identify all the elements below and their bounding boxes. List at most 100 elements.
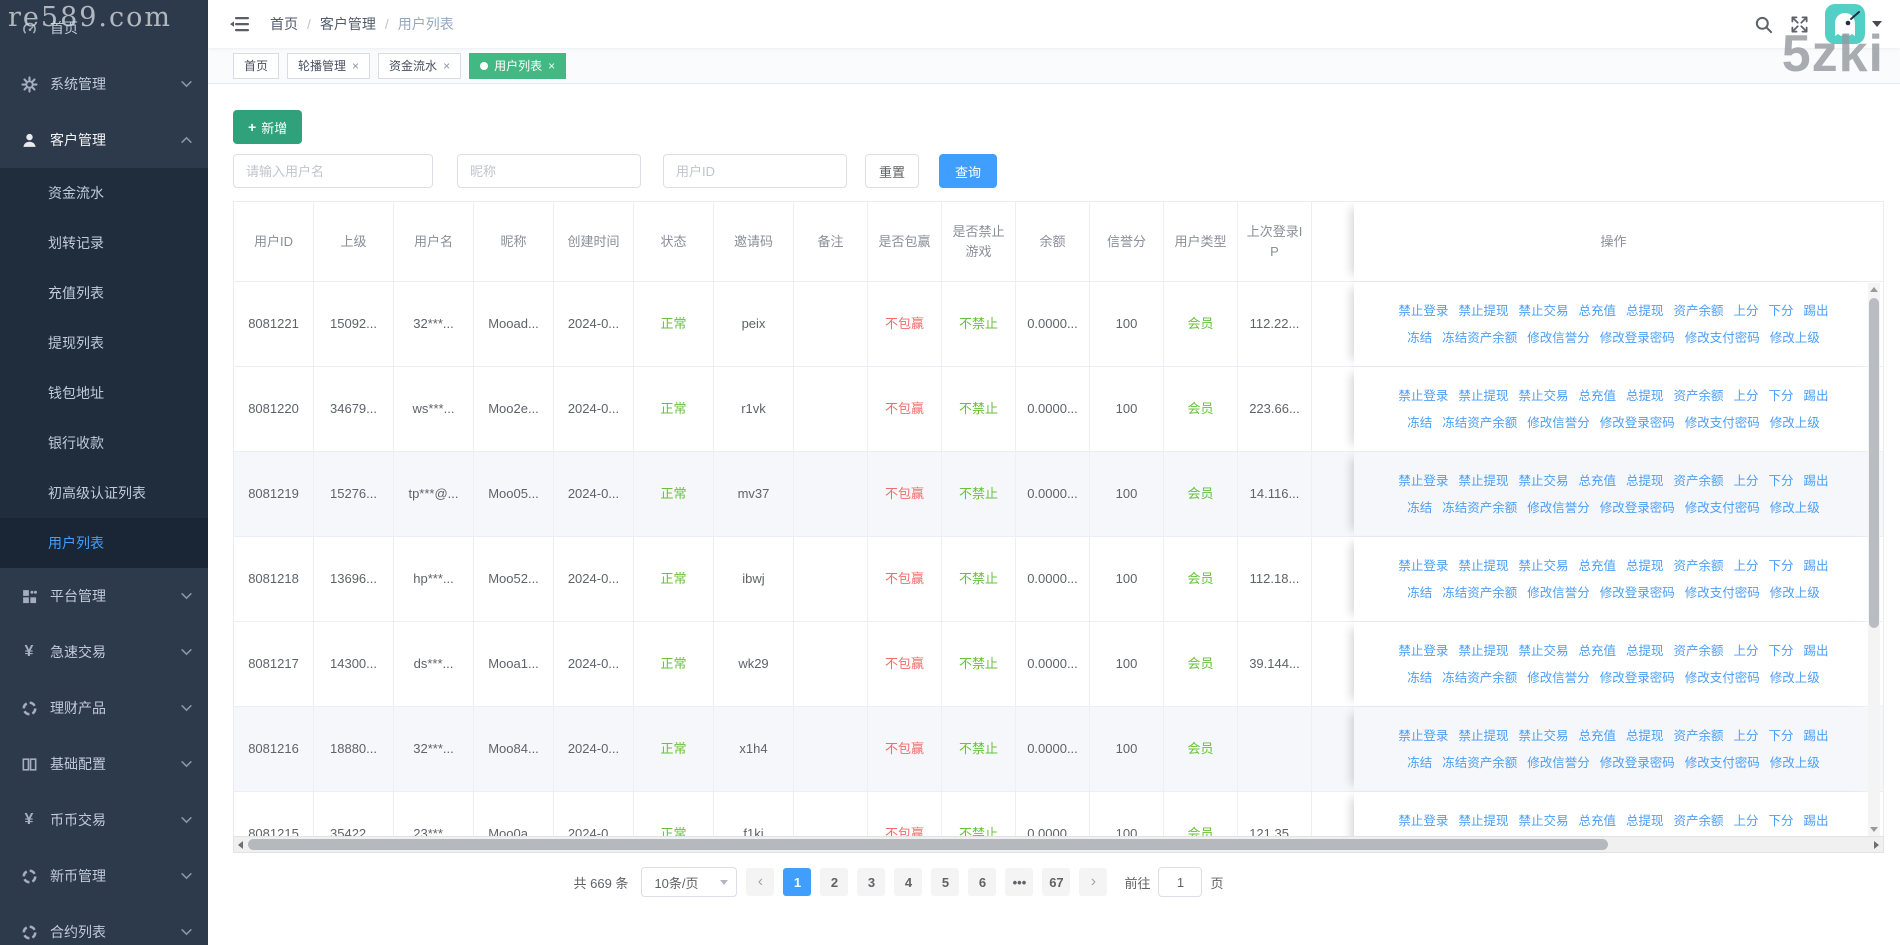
action-link-踢出[interactable]: 踢出 [1804, 808, 1829, 834]
action-link-上分[interactable]: 上分 [1734, 468, 1759, 494]
user-menu[interactable] [1825, 4, 1882, 44]
action-link-下分[interactable]: 下分 [1769, 638, 1794, 664]
page-button-5[interactable]: 5 [931, 868, 960, 896]
action-link-修改登录密码[interactable]: 修改登录密码 [1600, 580, 1675, 606]
breadcrumb-item-首页[interactable]: 首页 [270, 14, 298, 34]
action-link-资产余额[interactable]: 资产余额 [1674, 808, 1724, 834]
action-link-修改支付密码[interactable]: 修改支付密码 [1685, 580, 1760, 606]
action-link-冻结资产余额[interactable]: 冻结资产余额 [1442, 325, 1517, 351]
action-link-踢出[interactable]: 踢出 [1804, 298, 1829, 324]
action-link-禁止提现[interactable]: 禁止提现 [1458, 468, 1508, 494]
action-link-冻结资产余额[interactable]: 冻结资产余额 [1442, 410, 1517, 436]
action-link-下分[interactable]: 下分 [1769, 468, 1794, 494]
action-link-踢出[interactable]: 踢出 [1804, 553, 1829, 579]
sidebar-item-理财产品[interactable]: 理财产品 [0, 680, 208, 736]
action-link-下分[interactable]: 下分 [1769, 808, 1794, 834]
reset-button[interactable]: 重置 [865, 154, 920, 188]
action-link-禁止提现[interactable]: 禁止提现 [1458, 723, 1508, 749]
next-page-button[interactable]: › [1079, 868, 1108, 896]
action-link-冻结[interactable]: 冻结 [1407, 325, 1432, 351]
action-link-禁止登录[interactable]: 禁止登录 [1398, 723, 1448, 749]
action-link-资产余额[interactable]: 资产余额 [1674, 468, 1724, 494]
action-link-修改登录密码[interactable]: 修改登录密码 [1600, 835, 1675, 837]
action-link-总充值[interactable]: 总充值 [1578, 723, 1616, 749]
sidebar-collapse-icon[interactable] [230, 14, 252, 34]
action-link-禁止交易[interactable]: 禁止交易 [1518, 468, 1568, 494]
action-link-禁止交易[interactable]: 禁止交易 [1518, 383, 1568, 409]
action-link-修改信誉分[interactable]: 修改信誉分 [1527, 410, 1590, 436]
action-link-下分[interactable]: 下分 [1769, 553, 1794, 579]
sidebar-subitem-初高级认证列表[interactable]: 初高级认证列表 [0, 468, 208, 518]
sidebar-subitem-资金流水[interactable]: 资金流水 [0, 168, 208, 218]
action-link-禁止交易[interactable]: 禁止交易 [1518, 553, 1568, 579]
close-icon[interactable]: × [548, 60, 555, 72]
action-link-资产余额[interactable]: 资产余额 [1674, 723, 1724, 749]
action-link-冻结资产余额[interactable]: 冻结资产余额 [1442, 835, 1517, 837]
sidebar-subitem-充值列表[interactable]: 充值列表 [0, 268, 208, 318]
breadcrumb-item-客户管理[interactable]: 客户管理 [320, 14, 376, 34]
action-link-禁止登录[interactable]: 禁止登录 [1398, 468, 1448, 494]
action-link-冻结[interactable]: 冻结 [1407, 495, 1432, 521]
action-link-修改支付密码[interactable]: 修改支付密码 [1685, 410, 1760, 436]
close-icon[interactable]: × [352, 60, 359, 72]
action-link-修改上级[interactable]: 修改上级 [1770, 665, 1820, 691]
action-link-禁止交易[interactable]: 禁止交易 [1518, 298, 1568, 324]
query-button[interactable]: 查询 [939, 154, 998, 188]
action-link-总提现[interactable]: 总提现 [1626, 638, 1664, 664]
action-link-下分[interactable]: 下分 [1769, 723, 1794, 749]
action-link-下分[interactable]: 下分 [1769, 298, 1794, 324]
action-link-修改支付密码[interactable]: 修改支付密码 [1685, 835, 1760, 837]
tab-资金流水[interactable]: 资金流水 × [378, 52, 462, 79]
action-link-总充值[interactable]: 总充值 [1578, 468, 1616, 494]
action-link-上分[interactable]: 上分 [1734, 808, 1759, 834]
action-link-冻结资产余额[interactable]: 冻结资产余额 [1442, 495, 1517, 521]
action-link-修改上级[interactable]: 修改上级 [1770, 495, 1820, 521]
action-link-修改登录密码[interactable]: 修改登录密码 [1600, 665, 1675, 691]
action-link-总提现[interactable]: 总提现 [1626, 468, 1664, 494]
sidebar-item-首页[interactable]: 首页 [0, 0, 208, 56]
action-link-冻结[interactable]: 冻结 [1407, 835, 1432, 837]
action-link-踢出[interactable]: 踢出 [1804, 723, 1829, 749]
action-link-修改信誉分[interactable]: 修改信誉分 [1527, 835, 1590, 837]
close-icon[interactable]: × [443, 60, 450, 72]
action-link-总充值[interactable]: 总充值 [1578, 298, 1616, 324]
add-user-button[interactable]: + 新增 [233, 110, 303, 144]
scroll-right-arrow-icon[interactable] [1874, 840, 1879, 849]
sidebar-item-基础配置[interactable]: 基础配置 [0, 736, 208, 792]
page-button-3[interactable]: 3 [857, 868, 886, 896]
action-link-修改上级[interactable]: 修改上级 [1770, 835, 1820, 837]
userid-filter-input[interactable] [663, 154, 847, 188]
action-link-修改登录密码[interactable]: 修改登录密码 [1600, 325, 1675, 351]
page-size-select[interactable]: 10条/页 [641, 867, 738, 897]
action-link-上分[interactable]: 上分 [1734, 553, 1759, 579]
scroll-left-arrow-icon[interactable] [238, 840, 243, 849]
nickname-filter-input[interactable] [457, 154, 641, 188]
action-link-上分[interactable]: 上分 [1734, 383, 1759, 409]
action-link-修改信誉分[interactable]: 修改信誉分 [1527, 325, 1590, 351]
action-link-总充值[interactable]: 总充值 [1578, 553, 1616, 579]
action-link-总提现[interactable]: 总提现 [1626, 383, 1664, 409]
more-pages-button[interactable]: ••• [1005, 868, 1034, 896]
page-button-4[interactable]: 4 [894, 868, 923, 896]
sidebar-subitem-银行收款[interactable]: 银行收款 [0, 418, 208, 468]
action-link-禁止提现[interactable]: 禁止提现 [1458, 808, 1508, 834]
vertical-scroll-thumb[interactable] [1869, 298, 1879, 628]
action-link-修改支付密码[interactable]: 修改支付密码 [1685, 665, 1760, 691]
action-link-修改上级[interactable]: 修改上级 [1770, 325, 1820, 351]
action-link-修改信誉分[interactable]: 修改信誉分 [1527, 580, 1590, 606]
action-link-修改登录密码[interactable]: 修改登录密码 [1600, 750, 1675, 776]
action-link-禁止提现[interactable]: 禁止提现 [1458, 383, 1508, 409]
action-link-修改上级[interactable]: 修改上级 [1770, 410, 1820, 436]
action-link-冻结资产余额[interactable]: 冻结资产余额 [1442, 665, 1517, 691]
page-button-6[interactable]: 6 [968, 868, 997, 896]
vertical-scrollbar[interactable] [1868, 283, 1880, 836]
action-link-总提现[interactable]: 总提现 [1626, 808, 1664, 834]
action-link-总充值[interactable]: 总充值 [1578, 638, 1616, 664]
action-link-禁止登录[interactable]: 禁止登录 [1398, 298, 1448, 324]
action-link-冻结[interactable]: 冻结 [1407, 665, 1432, 691]
action-link-修改登录密码[interactable]: 修改登录密码 [1600, 495, 1675, 521]
action-link-资产余额[interactable]: 资产余额 [1674, 298, 1724, 324]
action-link-冻结[interactable]: 冻结 [1407, 750, 1432, 776]
action-link-踢出[interactable]: 踢出 [1804, 383, 1829, 409]
action-link-资产余额[interactable]: 资产余额 [1674, 638, 1724, 664]
